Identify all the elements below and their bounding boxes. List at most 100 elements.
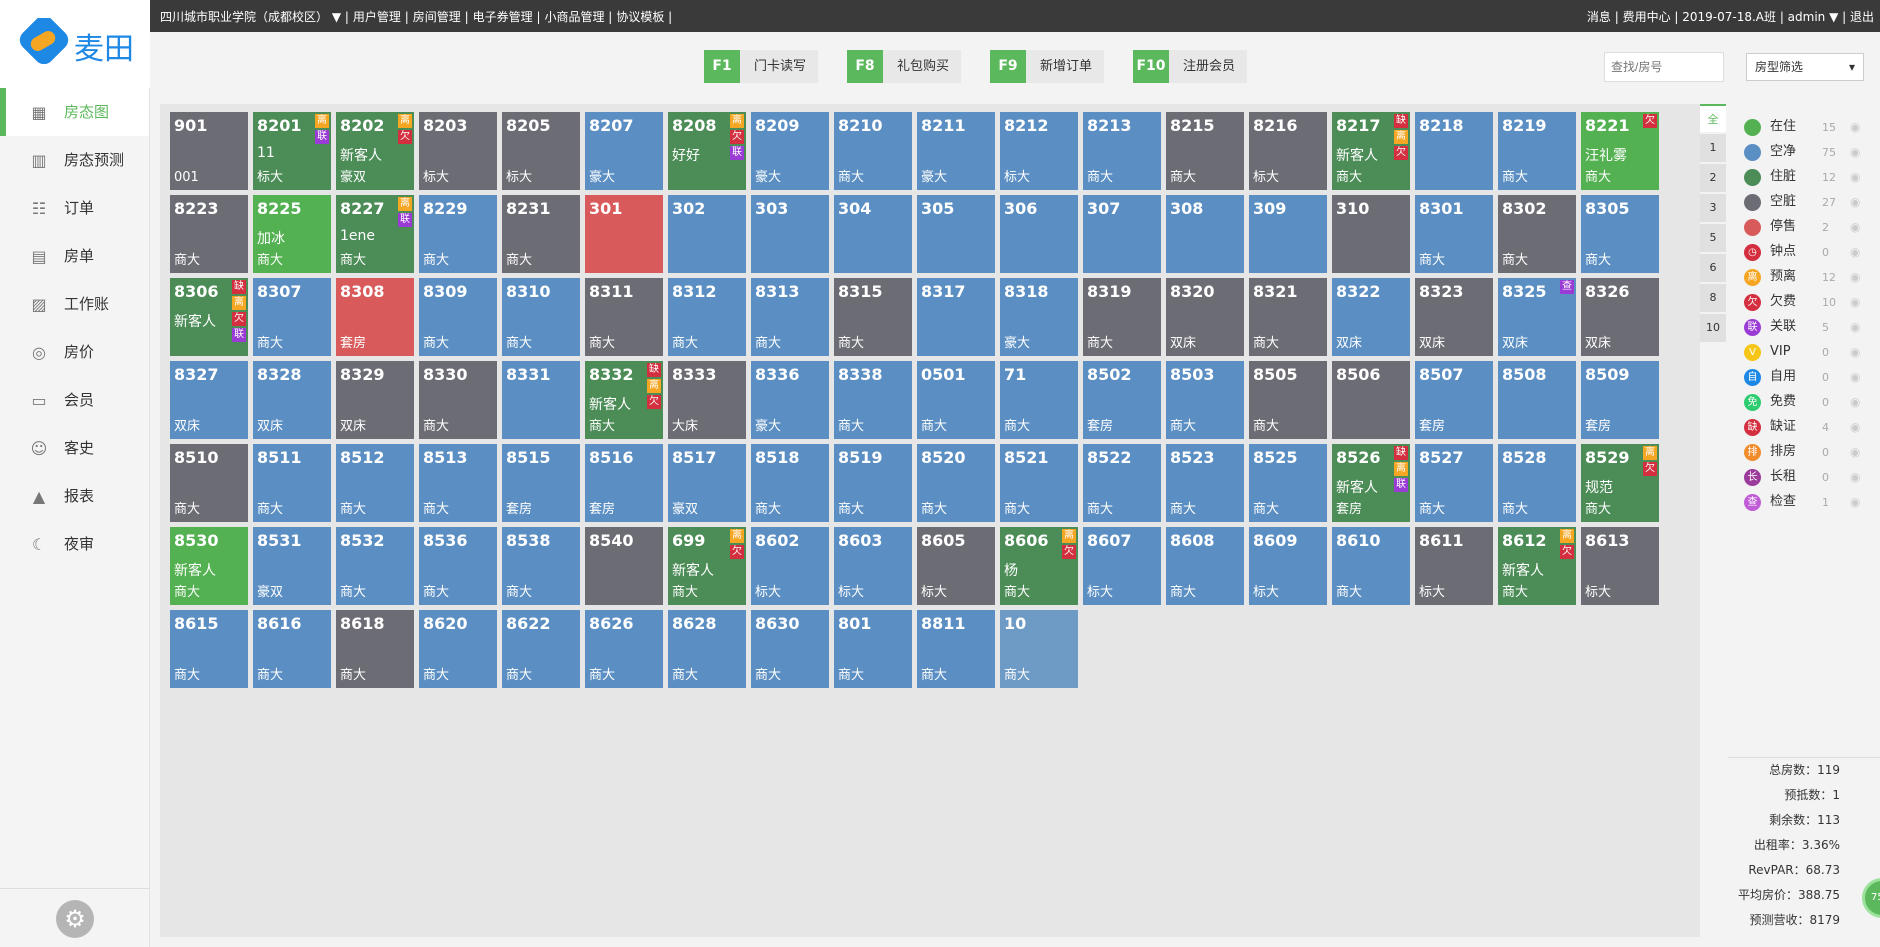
room-tile[interactable]: 8333 大床: [668, 361, 746, 439]
room-tile[interactable]: 8229 商大: [419, 195, 497, 273]
room-tile[interactable]: 8520 商大: [917, 444, 995, 522]
room-tile[interactable]: 901 001: [170, 112, 248, 190]
floor-tab-4[interactable]: 5: [1700, 224, 1726, 252]
legend-item[interactable]: 缺缺证 4 ◉: [1744, 418, 1874, 443]
legend-item[interactable]: 在住 15 ◉: [1744, 118, 1874, 143]
eye-icon[interactable]: ◉: [1850, 318, 1860, 336]
floor-tab-3[interactable]: 3: [1700, 194, 1726, 222]
room-tile[interactable]: 8323 双床: [1415, 278, 1493, 356]
fkey-button-f9[interactable]: F9 新增订单: [990, 50, 1105, 83]
room-tile[interactable]: 8602 标大: [751, 527, 829, 605]
room-tile[interactable]: 8519 商大: [834, 444, 912, 522]
room-tile[interactable]: 8308 套房: [336, 278, 414, 356]
room-tile[interactable]: 8310 商大: [502, 278, 580, 356]
room-tile[interactable]: 8536 商大: [419, 527, 497, 605]
room-tile[interactable]: 8522 商大: [1083, 444, 1161, 522]
room-tile[interactable]: 8208 好好 离欠联: [668, 112, 746, 190]
room-tile[interactable]: 8312 商大: [668, 278, 746, 356]
room-tile[interactable]: 8517 豪双: [668, 444, 746, 522]
room-tile[interactable]: 8218: [1415, 112, 1493, 190]
room-tile[interactable]: 8628 商大: [668, 610, 746, 688]
room-tile[interactable]: 8332 新客人 商大 缺离欠: [585, 361, 663, 439]
room-tile[interactable]: 302: [668, 195, 746, 273]
sidebar-item-0[interactable]: ▦ 房态图: [0, 88, 149, 136]
room-tile[interactable]: 8511 商大: [253, 444, 331, 522]
room-tile[interactable]: 8612 新客人 商大 离欠: [1498, 527, 1576, 605]
room-tile[interactable]: 8211 豪大: [917, 112, 995, 190]
floor-tab-5[interactable]: 6: [1700, 254, 1726, 282]
room-tile[interactable]: 8210 商大: [834, 112, 912, 190]
sidebar-item-3[interactable]: ▤ 房单: [0, 232, 149, 280]
room-tile[interactable]: 8336 豪大: [751, 361, 829, 439]
room-tile[interactable]: 8611 标大: [1415, 527, 1493, 605]
legend-item[interactable]: ◷ 钟点 0 ◉: [1744, 243, 1874, 268]
eye-icon[interactable]: ◉: [1850, 218, 1860, 236]
room-tile[interactable]: 8202 新客人 豪双 离欠: [336, 112, 414, 190]
room-tile[interactable]: 8203 标大: [419, 112, 497, 190]
legend-item[interactable]: 住脏 12 ◉: [1744, 168, 1874, 193]
room-tile[interactable]: 8616 商大: [253, 610, 331, 688]
room-tile[interactable]: 8509 套房: [1581, 361, 1659, 439]
room-tile[interactable]: 8605 标大: [917, 527, 995, 605]
room-tile[interactable]: 8513 商大: [419, 444, 497, 522]
legend-item[interactable]: 空脏 27 ◉: [1744, 193, 1874, 218]
legend-item[interactable]: 免免费 0 ◉: [1744, 393, 1874, 418]
legend-item[interactable]: 自自用 0 ◉: [1744, 368, 1874, 393]
room-tile[interactable]: 8538 商大: [502, 527, 580, 605]
room-tile[interactable]: 8227 1ene 商大 离联: [336, 195, 414, 273]
legend-item[interactable]: 查检查 1 ◉: [1744, 493, 1874, 518]
room-tile[interactable]: 8311 商大: [585, 278, 663, 356]
room-tile[interactable]: 8609 标大: [1249, 527, 1327, 605]
floor-tab-6[interactable]: 8: [1700, 284, 1726, 312]
room-tile[interactable]: 8225 加冰 商大: [253, 195, 331, 273]
room-tile[interactable]: 8302 商大: [1498, 195, 1576, 273]
room-tile[interactable]: 8615 商大: [170, 610, 248, 688]
room-tile[interactable]: 8313 商大: [751, 278, 829, 356]
room-tile[interactable]: 8320 双床: [1166, 278, 1244, 356]
legend-item[interactable]: 长长租 0 ◉: [1744, 468, 1874, 493]
top-nav-item-5[interactable]: 协议模板 |: [616, 10, 672, 24]
room-tile[interactable]: 8201 11 标大 离联: [253, 112, 331, 190]
room-tile[interactable]: 8526 新客人 套房 缺离联: [1332, 444, 1410, 522]
room-tile[interactable]: 8319 商大: [1083, 278, 1161, 356]
room-tile[interactable]: 306: [1000, 195, 1078, 273]
eye-icon[interactable]: ◉: [1850, 418, 1860, 436]
room-type-filter-select[interactable]: 房型筛选 ▾: [1746, 53, 1864, 81]
eye-icon[interactable]: ◉: [1850, 168, 1860, 186]
sidebar-item-9[interactable]: ☾ 夜审: [0, 520, 149, 568]
sidebar-item-5[interactable]: ◎ 房价: [0, 328, 149, 376]
room-tile[interactable]: 10 商大: [1000, 610, 1078, 688]
room-tile[interactable]: 8331: [502, 361, 580, 439]
floor-tab-1[interactable]: 1: [1700, 134, 1726, 162]
fkey-button-f8[interactable]: F8 礼包购买: [847, 50, 962, 83]
top-nav-item-1[interactable]: 用户管理 |: [353, 10, 409, 24]
room-tile[interactable]: 8626 商大: [585, 610, 663, 688]
room-tile[interactable]: 8515 套房: [502, 444, 580, 522]
room-tile[interactable]: 8216 标大: [1249, 112, 1327, 190]
sidebar-item-7[interactable]: ☺ 客史: [0, 424, 149, 472]
room-tile[interactable]: 8540: [585, 527, 663, 605]
room-tile[interactable]: 8209 豪大: [751, 112, 829, 190]
eye-icon[interactable]: ◉: [1850, 368, 1860, 386]
room-tile[interactable]: 8506: [1332, 361, 1410, 439]
legend-item[interactable]: 欠欠费 10 ◉: [1744, 293, 1874, 318]
eye-icon[interactable]: ◉: [1850, 118, 1860, 136]
room-tile[interactable]: 8523 商大: [1166, 444, 1244, 522]
settings-gear-icon[interactable]: ⚙: [56, 900, 94, 938]
sidebar-item-2[interactable]: ☷ 订单: [0, 184, 149, 232]
room-tile[interactable]: 8613 标大: [1581, 527, 1659, 605]
room-tile[interactable]: 8205 标大: [502, 112, 580, 190]
room-tile[interactable]: 8528 商大: [1498, 444, 1576, 522]
room-tile[interactable]: 8301 商大: [1415, 195, 1493, 273]
room-tile[interactable]: 8325 双床 查: [1498, 278, 1576, 356]
room-tile[interactable]: 301: [585, 195, 663, 273]
room-tile[interactable]: 8217 新客人 商大 缺离欠: [1332, 112, 1410, 190]
room-tile[interactable]: 307: [1083, 195, 1161, 273]
room-tile[interactable]: 8530 新客人 商大: [170, 527, 248, 605]
room-tile[interactable]: 8315 商大: [834, 278, 912, 356]
room-tile[interactable]: 8322 双床: [1332, 278, 1410, 356]
room-tile[interactable]: 8231 商大: [502, 195, 580, 273]
room-tile[interactable]: 0501 商大: [917, 361, 995, 439]
room-tile[interactable]: 8525 商大: [1249, 444, 1327, 522]
room-tile[interactable]: 8215 商大: [1166, 112, 1244, 190]
